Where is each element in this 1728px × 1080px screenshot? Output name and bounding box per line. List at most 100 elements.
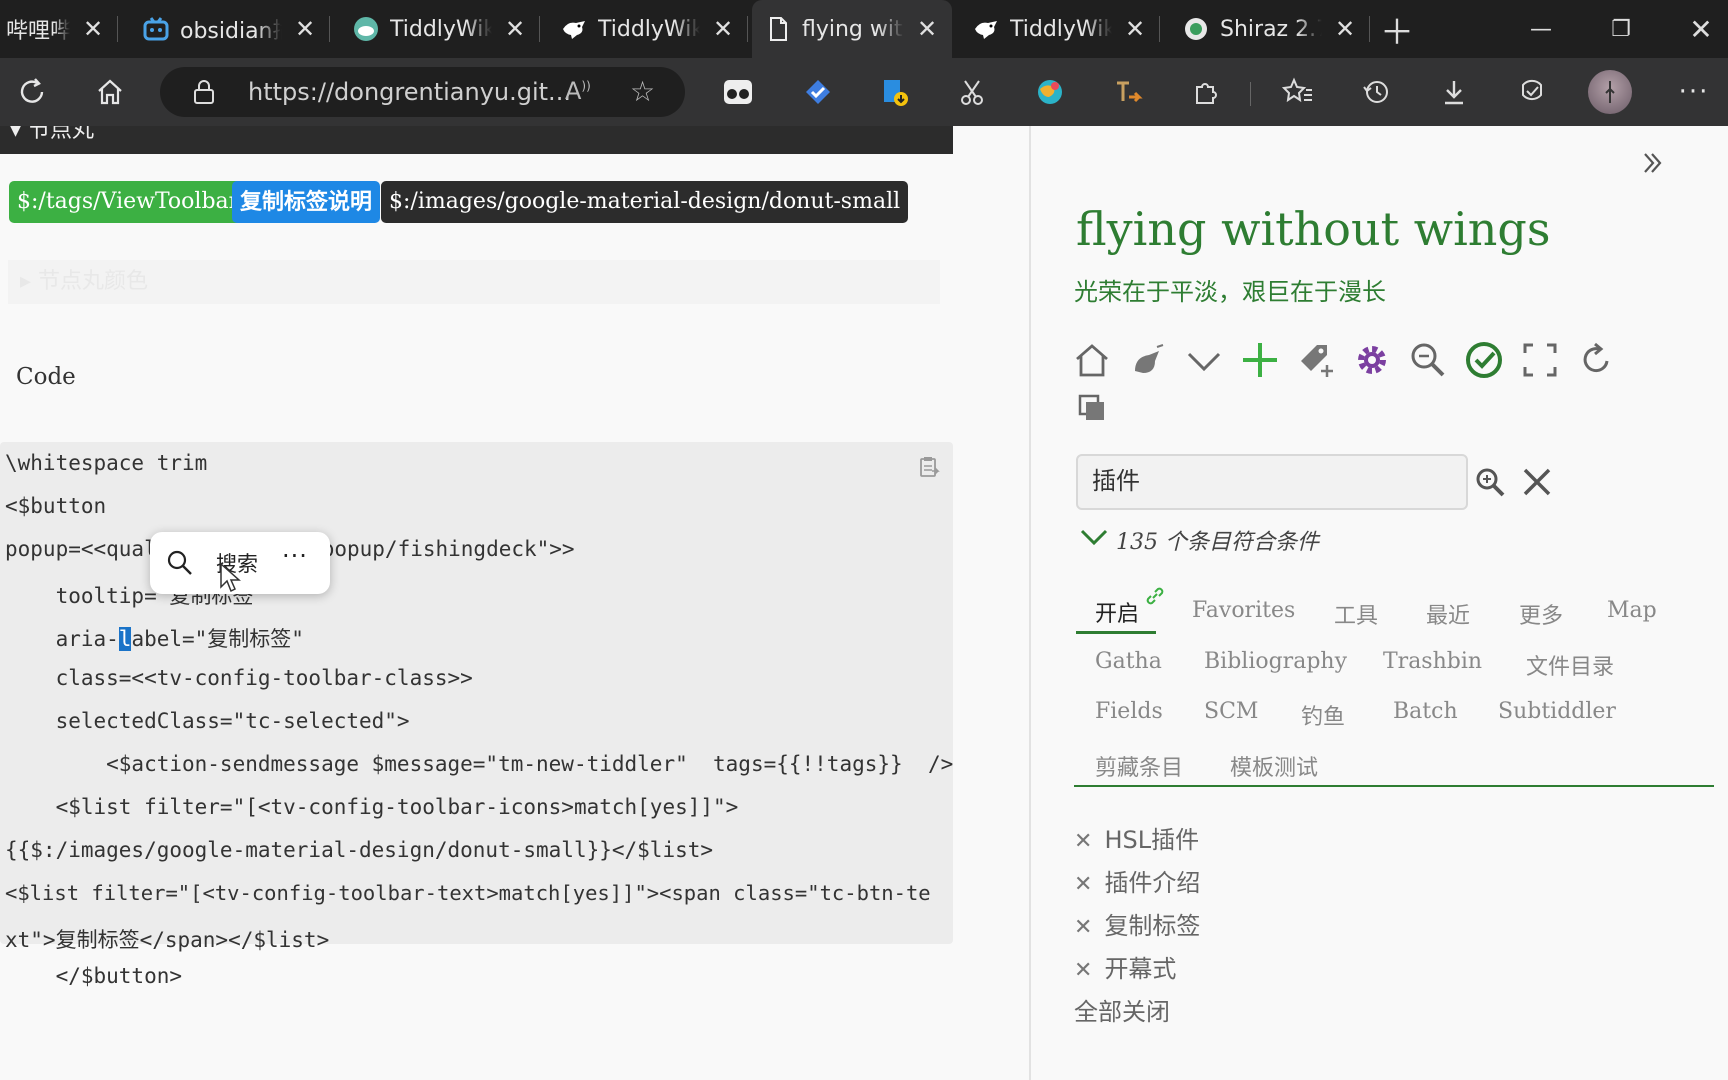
check-circle-icon[interactable] [1464,340,1504,380]
tab-open[interactable]: 开启 [1095,596,1139,628]
home-icon[interactable] [90,72,130,112]
browser-tab-active[interactable]: flying without wings ✕ [752,0,952,58]
extension-translate-icon[interactable] [1108,72,1148,112]
open-item-label[interactable]: 插件介绍 [1104,869,1200,897]
extension-glasses-icon[interactable] [718,72,758,112]
tab-close-icon[interactable]: ✕ [502,15,528,43]
profile-avatar[interactable] [1588,70,1632,114]
settings-gear-icon[interactable] [1352,340,1392,380]
extensions-puzzle-icon[interactable] [1186,72,1226,112]
code-line: <$list filter="[<tv-config-toolbar-text>… [5,881,931,905]
fishing-icon[interactable] [1128,340,1168,380]
tab-template-test[interactable]: 模板测试 [1230,750,1318,782]
browser-tab[interactable]: TiddlyWiki ✕ [960,0,1160,58]
new-tab-button[interactable]: ＋ [1362,0,1432,58]
tab-close-icon[interactable]: ✕ [914,15,940,43]
tab-trashbin[interactable]: Trashbin [1383,649,1482,674]
tab-subtiddler[interactable]: Subtiddler [1498,699,1616,724]
tab-bibliography[interactable]: Bibliography [1204,649,1347,674]
tab-close-icon[interactable]: ✕ [1122,15,1148,43]
history-icon[interactable] [1356,72,1396,112]
code-line: \whitespace trim [5,451,208,475]
tab-scm[interactable]: SCM [1204,699,1258,724]
open-item-label[interactable]: 开幕式 [1104,955,1176,983]
chevron-down-icon[interactable] [1184,340,1224,380]
node-bar[interactable]: ▾ 节点丸 [0,126,953,154]
advanced-search-icon[interactable] [1408,340,1448,380]
extension-check-icon[interactable] [798,72,838,112]
tab-gatha[interactable]: Gatha [1095,649,1162,674]
fullscreen-icon[interactable] [1520,340,1560,380]
new-tag-icon[interactable] [1296,340,1336,380]
popup-more-button[interactable]: ··· [282,542,308,570]
close-icon[interactable]: ✕ [1074,829,1092,854]
tab-tools[interactable]: 工具 [1334,598,1378,630]
open-item-label[interactable]: HSL插件 [1104,826,1199,854]
browser-tab[interactable]: TiddlyWiki ✕ [340,0,540,58]
browser-tab[interactable]: obsidian插件 ✕ [130,0,330,58]
minimize-button[interactable]: — [1506,0,1576,58]
close-window-button[interactable]: ✕ [1666,0,1728,58]
tab-batch[interactable]: Batch [1393,699,1458,724]
read-aloud-icon[interactable]: A)) [565,77,591,105]
tab-close-icon[interactable]: ✕ [80,15,106,43]
chevron-down-icon[interactable] [1079,526,1109,554]
browser-tab[interactable]: 哔哩哔哩 ✕ [0,0,118,58]
tab-file-directory[interactable]: 文件目录 [1526,649,1614,681]
tab-map[interactable]: Map [1607,598,1657,623]
duplicate-icon[interactable] [1072,388,1112,428]
tab-recent[interactable]: 最近 [1426,598,1470,630]
story-river: ▾ 节点丸 $:/tags/ViewToolbar 复制标签说明 $:/imag… [0,126,953,1080]
code-fragment: popup/fishingdeck">> [321,537,575,561]
tag-donut-small[interactable]: $:/images/google-material-design/donut-s… [381,181,909,223]
open-item-label[interactable]: 复制标签 [1104,912,1200,940]
url-text[interactable]: https://dongrentianyu.git... [248,78,571,106]
code-line: <$button [5,494,107,518]
close-all-button[interactable]: 全部关闭 [1074,992,1170,1027]
tab-more[interactable]: 更多 [1519,598,1563,630]
close-icon[interactable]: ✕ [1074,958,1092,983]
favorites-icon[interactable] [1278,72,1318,112]
performance-icon[interactable] [1512,72,1552,112]
scissors-icon[interactable] [952,72,992,112]
open-list-item[interactable]: ✕ 开幕式 [1074,949,1176,984]
add-favorite-icon[interactable]: ☆ [630,75,655,108]
add-icon[interactable] [1240,340,1280,380]
tab-favorites[interactable]: Favorites [1192,598,1295,623]
restore-button[interactable]: ❐ [1586,0,1656,58]
tab-close-icon[interactable]: ✕ [1332,15,1358,43]
open-list-item[interactable]: ✕ HSL插件 [1074,820,1199,855]
search-icon[interactable] [166,549,194,581]
downloads-icon[interactable] [1434,72,1474,112]
fold-node-color[interactable]: ▸ 节点丸颜色 [8,260,940,304]
address-bar[interactable]: https://dongrentianyu.git... A)) ☆ [160,67,685,117]
home-icon[interactable] [1072,340,1112,380]
extension-download-icon[interactable] [874,72,914,112]
browser-tab-strip: 哔哩哔哩 ✕ obsidian插件 ✕ TiddlyWiki ✕ TiddlyW… [0,0,1728,58]
open-list-item[interactable]: ✕ 插件介绍 [1074,863,1200,898]
tiddlywiki-icon [352,15,380,43]
close-icon[interactable]: ✕ [1074,872,1092,897]
tag-copy-label-desc[interactable]: 复制标签说明 [232,181,381,223]
search-go-icon[interactable] [1470,462,1510,502]
more-menu-icon[interactable]: ··· [1674,72,1714,112]
code-line: class=<<tv-config-toolbar-class>> [5,666,473,690]
tab-clipped-items[interactable]: 剪藏条目 [1095,750,1183,782]
tab-close-icon[interactable]: ✕ [292,15,318,43]
refresh-icon[interactable] [1576,340,1616,380]
tab-close-icon[interactable]: ✕ [710,15,736,43]
extension-globe-icon[interactable] [1030,72,1070,112]
tab-fishing[interactable]: 钓鱼 [1301,699,1345,731]
sidebar-search-input[interactable]: 插件 [1076,454,1468,510]
tab-fields[interactable]: Fields [1095,699,1163,724]
refresh-icon[interactable] [12,72,52,112]
tag-viewtoolbar[interactable]: $:/tags/ViewToolbar [9,181,248,223]
browser-tab[interactable]: TiddlyWiki ✕ [548,0,748,58]
tab-title: Shiraz 2.7 [1220,16,1322,42]
open-list-item[interactable]: ✕ 复制标签 [1074,906,1200,941]
clear-search-icon[interactable] [1517,462,1557,502]
close-icon[interactable]: ✕ [1074,915,1092,940]
browser-tab[interactable]: Shiraz 2.7 ✕ [1170,0,1370,58]
copy-clipboard-icon[interactable] [918,456,940,478]
collapse-sidebar-icon[interactable] [1637,148,1667,182]
